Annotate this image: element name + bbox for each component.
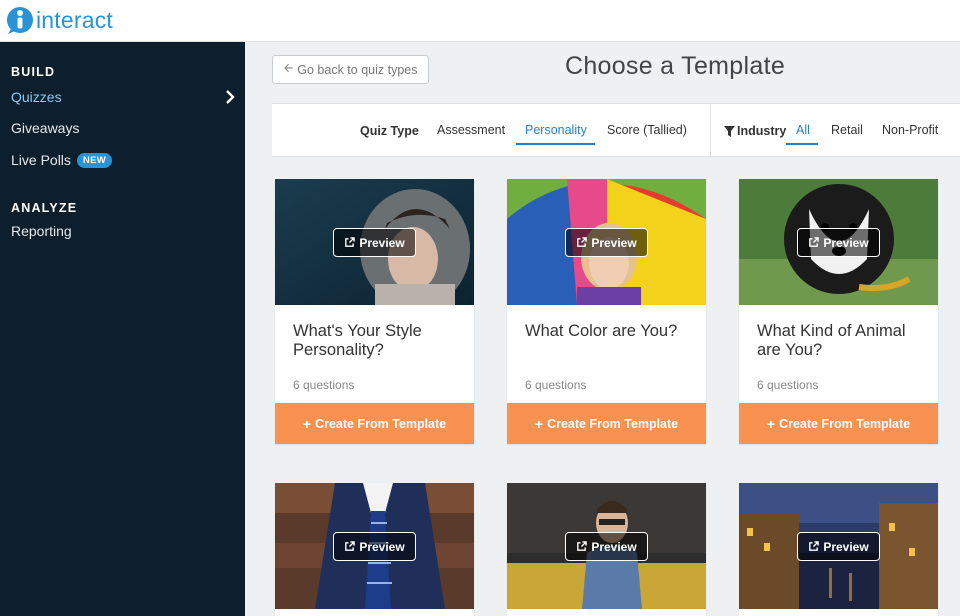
create-from-template-button[interactable]: + Create From Template: [275, 403, 474, 444]
question-count: 6 questions: [293, 378, 355, 392]
external-link-icon: [809, 541, 820, 551]
sidebar-item-giveaways[interactable]: Giveaways: [11, 120, 237, 136]
preview-button[interactable]: Preview: [797, 532, 880, 561]
main-content: 🡨 Go back to quiz types Choose a Templat…: [245, 42, 960, 616]
external-link-icon: [577, 237, 588, 247]
preview-label: Preview: [823, 235, 869, 250]
sidebar-heading-analyze: ANALYZE: [11, 201, 78, 215]
filter-personality[interactable]: Personality: [525, 123, 587, 137]
preview-button[interactable]: Preview: [797, 228, 880, 257]
create-label: Create From Template: [547, 416, 679, 431]
sidebar-heading-build: BUILD: [11, 65, 56, 79]
active-tab-indicator: [516, 143, 595, 145]
preview-button[interactable]: Preview: [333, 532, 416, 561]
sidebar-item-label: Giveaways: [11, 120, 80, 136]
template-image: Preview: [275, 179, 474, 305]
template-title: What Color are You?: [525, 322, 678, 340]
create-from-template-button[interactable]: + Create From Template: [739, 403, 938, 444]
question-count: 6 questions: [757, 378, 819, 392]
quiz-type-label: Quiz Type: [360, 124, 419, 138]
question-count: 6 questions: [525, 378, 587, 392]
filter-all[interactable]: All: [796, 123, 810, 137]
sidebar-item-reporting[interactable]: Reporting: [11, 223, 237, 239]
template-card[interactable]: Preview: [739, 483, 938, 616]
plus-icon: +: [766, 415, 776, 432]
template-card[interactable]: Preview: [275, 483, 474, 616]
sidebar-item-label: Reporting: [11, 223, 72, 239]
back-button-label: Go back to quiz types: [297, 62, 418, 77]
create-from-template-button[interactable]: + Create From Template: [507, 403, 706, 444]
filter-icon: [724, 125, 735, 137]
logo[interactable]: interact: [6, 5, 113, 35]
sidebar-item-label: Live Polls: [11, 152, 71, 168]
template-card[interactable]: Preview What Color are You? 6 questions …: [507, 179, 706, 444]
template-image: Preview: [275, 483, 474, 609]
page-title: Choose a Template: [564, 52, 786, 80]
preview-label: Preview: [591, 539, 637, 554]
filter-retail[interactable]: Retail: [831, 123, 863, 137]
external-link-icon: [577, 541, 588, 551]
filter-score-tallied[interactable]: Score (Tallied): [607, 123, 687, 137]
template-image: Preview: [507, 483, 706, 609]
new-badge: NEW: [76, 152, 112, 168]
template-card[interactable]: Preview What Kind of Animal are You? 6 q…: [739, 179, 938, 444]
filter-bar: Quiz Type Assessment Personality Score (…: [272, 103, 960, 158]
preview-label: Preview: [823, 539, 869, 554]
preview-button[interactable]: Preview: [565, 532, 648, 561]
sidebar-item-quizzes[interactable]: Quizzes: [11, 88, 237, 106]
industry-label-group: Industry: [724, 124, 786, 138]
template-image: Preview: [739, 179, 938, 305]
chevron-right-icon: [226, 90, 235, 104]
sidebar-item-live-polls[interactable]: Live Polls NEW: [11, 152, 237, 168]
sidebar: BUILD Quizzes Giveaways Live Polls NEW A…: [0, 42, 245, 616]
sidebar-item-label: Quizzes: [11, 89, 62, 105]
create-label: Create From Template: [315, 416, 447, 431]
plus-icon: +: [534, 415, 544, 432]
preview-label: Preview: [359, 539, 405, 554]
filter-non-profit[interactable]: Non-Profit: [882, 123, 938, 137]
external-link-icon: [809, 237, 820, 247]
industry-label: Industry: [737, 124, 787, 138]
brand-name: interact: [36, 6, 114, 33]
active-industry-indicator: [786, 143, 818, 145]
top-bar: interact: [0, 0, 960, 42]
template-card[interactable]: Preview: [507, 483, 706, 616]
preview-button[interactable]: Preview: [565, 228, 648, 257]
external-link-icon: [345, 541, 356, 551]
preview-label: Preview: [359, 235, 405, 250]
divider: [710, 104, 711, 158]
template-image: Preview: [739, 483, 938, 609]
template-title: What's Your Style Personality?: [293, 322, 422, 359]
preview-label: Preview: [591, 235, 637, 250]
back-button[interactable]: 🡨 Go back to quiz types: [272, 55, 429, 84]
arrow-left-icon: 🡨: [283, 61, 294, 75]
template-title: What Kind of Animal are You?: [757, 322, 906, 359]
filter-assessment[interactable]: Assessment: [437, 123, 505, 137]
preview-button[interactable]: Preview: [333, 228, 416, 257]
external-link-icon: [345, 237, 356, 247]
plus-icon: +: [302, 415, 312, 432]
interact-logo-icon: [7, 7, 33, 34]
template-image: Preview: [507, 179, 706, 305]
template-card[interactable]: Preview What's Your Style Personality? 6…: [275, 179, 474, 444]
create-label: Create From Template: [779, 416, 911, 431]
